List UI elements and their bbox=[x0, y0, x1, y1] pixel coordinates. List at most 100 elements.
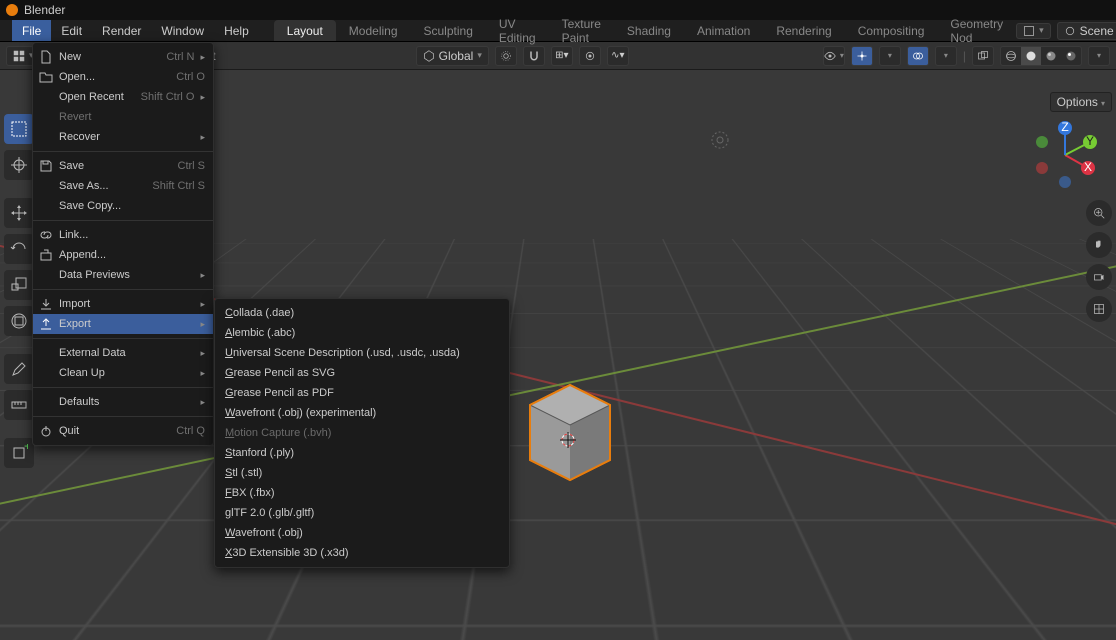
submenu-arrow-icon: ▸ bbox=[200, 397, 205, 408]
scene-browse-button[interactable]: ▾ bbox=[1016, 23, 1051, 39]
menu-item-label: Export bbox=[59, 318, 194, 330]
magnet-icon bbox=[528, 50, 540, 62]
file-menu-revert[interactable]: Revert bbox=[33, 107, 213, 127]
viewport-options-button[interactable]: Options ▾ bbox=[1050, 92, 1112, 112]
menu-file[interactable]: File bbox=[12, 20, 51, 41]
perspective-toggle[interactable] bbox=[1086, 296, 1112, 322]
folder-icon bbox=[39, 70, 53, 84]
file-menu-new[interactable]: NewCtrl N▸ bbox=[33, 47, 213, 67]
shading-wireframe[interactable] bbox=[1001, 47, 1021, 65]
snap-type[interactable]: ⊞▾ bbox=[551, 46, 573, 66]
navigation-gizmo[interactable]: X Y Z bbox=[1030, 120, 1100, 190]
menu-item-label: Save bbox=[59, 160, 172, 172]
tab-rendering[interactable]: Rendering bbox=[763, 20, 844, 41]
tab-texture-paint[interactable]: Texture Paint bbox=[549, 20, 614, 41]
menu-render[interactable]: Render bbox=[92, 20, 151, 41]
file-menu-save-copy-[interactable]: Save Copy... bbox=[33, 196, 213, 216]
file-menu-defaults[interactable]: Defaults▸ bbox=[33, 392, 213, 412]
menu-item-label: Recover bbox=[59, 131, 194, 143]
select-box-tool[interactable] bbox=[4, 114, 34, 144]
scene-name-field[interactable]: Scene bbox=[1057, 22, 1116, 40]
move-tool[interactable] bbox=[4, 198, 34, 228]
export-collada-dae-[interactable]: Collada (.dae) bbox=[215, 303, 509, 323]
menu-shortcut: Ctrl N bbox=[166, 51, 194, 63]
tool-shelf: + bbox=[4, 114, 34, 468]
overlay-dropdown[interactable]: ▾ bbox=[935, 46, 957, 66]
file-menu-data-previews[interactable]: Data Previews▸ bbox=[33, 265, 213, 285]
pivot-icon bbox=[500, 50, 512, 62]
magnify-icon bbox=[1093, 207, 1105, 219]
tab-sculpting[interactable]: Sculpting bbox=[411, 20, 486, 41]
cube-add-icon: + bbox=[10, 444, 28, 462]
snap-toggle[interactable] bbox=[523, 46, 545, 66]
export-x3d-extensible-3d-x3d-[interactable]: X3D Extensible 3D (.x3d) bbox=[215, 543, 509, 563]
proportional-edit[interactable] bbox=[579, 46, 601, 66]
file-menu-recover[interactable]: Recover▸ bbox=[33, 127, 213, 147]
export-wavefront-obj-experimental-[interactable]: Wavefront (.obj) (experimental) bbox=[215, 403, 509, 423]
cursor-tool[interactable] bbox=[4, 150, 34, 180]
file-menu-open-[interactable]: Open...Ctrl O bbox=[33, 67, 213, 87]
transform-tool[interactable] bbox=[4, 306, 34, 336]
tab-compositing[interactable]: Compositing bbox=[845, 20, 938, 41]
file-menu-dropdown: New Ctrl N ▸ Open...Ctrl OOpen RecentShift … bbox=[32, 42, 214, 446]
menu-help[interactable]: Help bbox=[214, 20, 259, 41]
tab-uv-editing[interactable]: UV Editing bbox=[486, 20, 549, 41]
save-icon bbox=[39, 159, 53, 173]
file-menu-link-[interactable]: Link... bbox=[33, 225, 213, 245]
gizmo-dropdown[interactable]: ▾ bbox=[879, 46, 901, 66]
menu-shortcut: Ctrl O bbox=[176, 71, 205, 83]
export-stl-stl-[interactable]: Stl (.stl) bbox=[215, 463, 509, 483]
file-menu-append-[interactable]: Append... bbox=[33, 245, 213, 265]
export-alembic-abc-[interactable]: Alembic (.abc) bbox=[215, 323, 509, 343]
eye-icon bbox=[824, 50, 836, 62]
tab-shading[interactable]: Shading bbox=[614, 20, 684, 41]
export-stanford-ply-[interactable]: Stanford (.ply) bbox=[215, 443, 509, 463]
measure-tool[interactable] bbox=[4, 390, 34, 420]
shading-dropdown[interactable]: ▾ bbox=[1088, 46, 1110, 66]
gizmo-toggle[interactable] bbox=[851, 46, 873, 66]
falloff-type[interactable]: ∿▾ bbox=[607, 46, 629, 66]
export-grease-pencil-as-svg[interactable]: Grease Pencil as SVG bbox=[215, 363, 509, 383]
annotate-tool[interactable] bbox=[4, 354, 34, 384]
tab-modeling[interactable]: Modeling bbox=[336, 20, 411, 41]
file-menu-save-as-[interactable]: Save As...Shift Ctrl S bbox=[33, 176, 213, 196]
shading-solid[interactable] bbox=[1021, 47, 1041, 65]
zoom-button[interactable] bbox=[1086, 200, 1112, 226]
grid-persp-icon bbox=[1093, 303, 1105, 315]
xray-icon bbox=[977, 50, 989, 62]
scale-tool[interactable] bbox=[4, 270, 34, 300]
tab-layout[interactable]: Layout bbox=[274, 20, 336, 41]
add-cube-tool[interactable]: + bbox=[4, 438, 34, 468]
menu-item-label: New bbox=[59, 51, 160, 63]
overlay-toggle[interactable] bbox=[907, 46, 929, 66]
export-wavefront-obj-[interactable]: Wavefront (.obj) bbox=[215, 523, 509, 543]
proportional-icon bbox=[584, 50, 596, 62]
file-menu-external-data[interactable]: External Data▸ bbox=[33, 343, 213, 363]
orientation-selector[interactable]: Global ▾ bbox=[416, 46, 489, 66]
tab-geometry-nodes[interactable]: Geometry Nod bbox=[937, 20, 1016, 41]
menu-edit[interactable]: Edit bbox=[51, 20, 92, 41]
pan-button[interactable] bbox=[1086, 232, 1112, 258]
export-fbx-fbx-[interactable]: FBX (.fbx) bbox=[215, 483, 509, 503]
camera-view-button[interactable] bbox=[1086, 264, 1112, 290]
export-gltf-2-0-glb-gltf-[interactable]: glTF 2.0 (.glb/.gltf) bbox=[215, 503, 509, 523]
power-icon bbox=[39, 424, 53, 438]
file-menu-save[interactable]: SaveCtrl S bbox=[33, 156, 213, 176]
xray-toggle[interactable] bbox=[972, 46, 994, 66]
menu-shortcut: Shift Ctrl O bbox=[141, 91, 195, 103]
pivot-button[interactable] bbox=[495, 46, 517, 66]
shading-material[interactable] bbox=[1041, 47, 1061, 65]
file-menu-clean-up[interactable]: Clean Up▸ bbox=[33, 363, 213, 383]
export-grease-pencil-as-pdf[interactable]: Grease Pencil as PDF bbox=[215, 383, 509, 403]
export-universal-scene-description-usd-usdc-usda-[interactable]: Universal Scene Description (.usd, .usdc… bbox=[215, 343, 509, 363]
file-menu-export[interactable]: Export▸ bbox=[33, 314, 213, 334]
menu-window[interactable]: Window bbox=[151, 20, 214, 41]
shading-mode-group bbox=[1000, 46, 1082, 66]
visibility-toggle[interactable]: ▾ bbox=[823, 46, 845, 66]
shading-rendered[interactable] bbox=[1061, 47, 1081, 65]
tab-animation[interactable]: Animation bbox=[684, 20, 763, 41]
file-menu-quit[interactable]: QuitCtrl Q bbox=[33, 421, 213, 441]
file-menu-open-recent[interactable]: Open RecentShift Ctrl O▸ bbox=[33, 87, 213, 107]
rotate-tool[interactable] bbox=[4, 234, 34, 264]
file-menu-import[interactable]: Import▸ bbox=[33, 294, 213, 314]
